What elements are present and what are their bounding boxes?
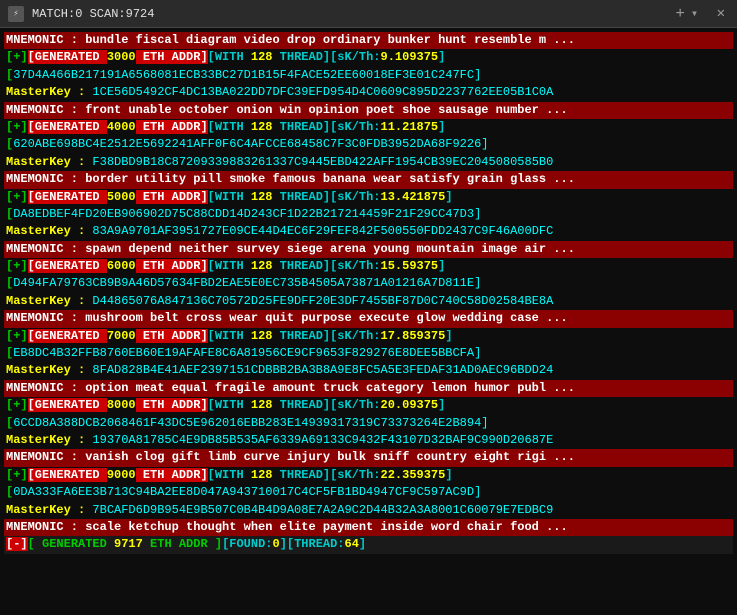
address-line: [DA8EDBEF4FD20EB906902D75C88CDD14D243CF1… <box>4 206 733 223</box>
address-line: [6CCD8A388DCB2068461F43DC5E962016EBB283E… <box>4 415 733 432</box>
address-line: [620ABE698BC4E2512E5692241AFF0F6C4AFCCE6… <box>4 136 733 153</box>
address-line: [0DA333FA6EE3B713C94BA2EE8D047A943710017… <box>4 484 733 501</box>
mnemonic-line: MNEMONIC : bundle fiscal diagram video d… <box>4 32 733 49</box>
mnemonic-line: MNEMONIC : border utility pill smoke fam… <box>4 171 733 188</box>
window-title: MATCH:0 SCAN:9724 <box>32 7 669 21</box>
masterkey-line: MasterKey : 1CE56D5492CF4DC13BA022DD7DFC… <box>4 84 733 101</box>
masterkey-line: MasterKey : 8FAD828B4E41AEF2397151CDBBB2… <box>4 362 733 379</box>
masterkey-line: MasterKey : D44865076A847136C70572D25FE9… <box>4 293 733 310</box>
terminal-content: MNEMONIC : bundle fiscal diagram video d… <box>0 28 737 615</box>
generated-line: [+][GENERATED 6000 ETH ADDR][WITH 128 TH… <box>4 258 733 275</box>
close-button[interactable]: ✕ <box>713 5 729 22</box>
status-line: [-][ GENERATED 9717 ETH ADDR ][FOUND:0][… <box>4 536 733 553</box>
add-tab-button[interactable]: + <box>669 5 691 23</box>
masterkey-line: MasterKey : F38DBD9B18C87209339883261337… <box>4 154 733 171</box>
app-icon: ⚡ <box>8 6 24 22</box>
mnemonic-line: MNEMONIC : mushroom belt cross wear quit… <box>4 310 733 327</box>
mnemonic-line: MNEMONIC : front unable october onion wi… <box>4 102 733 119</box>
mnemonic-line: MNEMONIC : vanish clog gift limb curve i… <box>4 449 733 466</box>
mnemonic-line: MNEMONIC : option meat equal fragile amo… <box>4 380 733 397</box>
generated-line: [+][GENERATED 7000 ETH ADDR][WITH 128 TH… <box>4 328 733 345</box>
generated-line: [+][GENERATED 3000 ETH ADDR][WITH 128 TH… <box>4 49 733 66</box>
masterkey-line: MasterKey : 7BCAFD6D9B954E9B507C0B4B4D9A… <box>4 502 733 519</box>
title-bar: ⚡ MATCH:0 SCAN:9724 + ▾ ✕ <box>0 0 737 28</box>
mnemonic-line: MNEMONIC : scale ketchup thought when el… <box>4 519 733 536</box>
address-line: [37D4A466B217191A6568081ECB33BC27D1B15F4… <box>4 67 733 84</box>
tab-dropdown-button[interactable]: ▾ <box>691 6 698 21</box>
masterkey-line: MasterKey : 19370A81785C4E9DB85B535AF633… <box>4 432 733 449</box>
address-line: [D494FA79763CB9B9A46D57634FBD2EAE5E0EC73… <box>4 275 733 292</box>
masterkey-line: MasterKey : 83A9A9701AF3951727E09CE44D4E… <box>4 223 733 240</box>
generated-line: [+][GENERATED 5000 ETH ADDR][WITH 128 TH… <box>4 189 733 206</box>
generated-line: [+][GENERATED 4000 ETH ADDR][WITH 128 TH… <box>4 119 733 136</box>
address-line: [EB8DC4B32FFB8760EB60E19AFAFE8C6A81956CE… <box>4 345 733 362</box>
generated-line: [+][GENERATED 9000 ETH ADDR][WITH 128 TH… <box>4 467 733 484</box>
mnemonic-line: MNEMONIC : spawn depend neither survey s… <box>4 241 733 258</box>
generated-line: [+][GENERATED 8000 ETH ADDR][WITH 128 TH… <box>4 397 733 414</box>
